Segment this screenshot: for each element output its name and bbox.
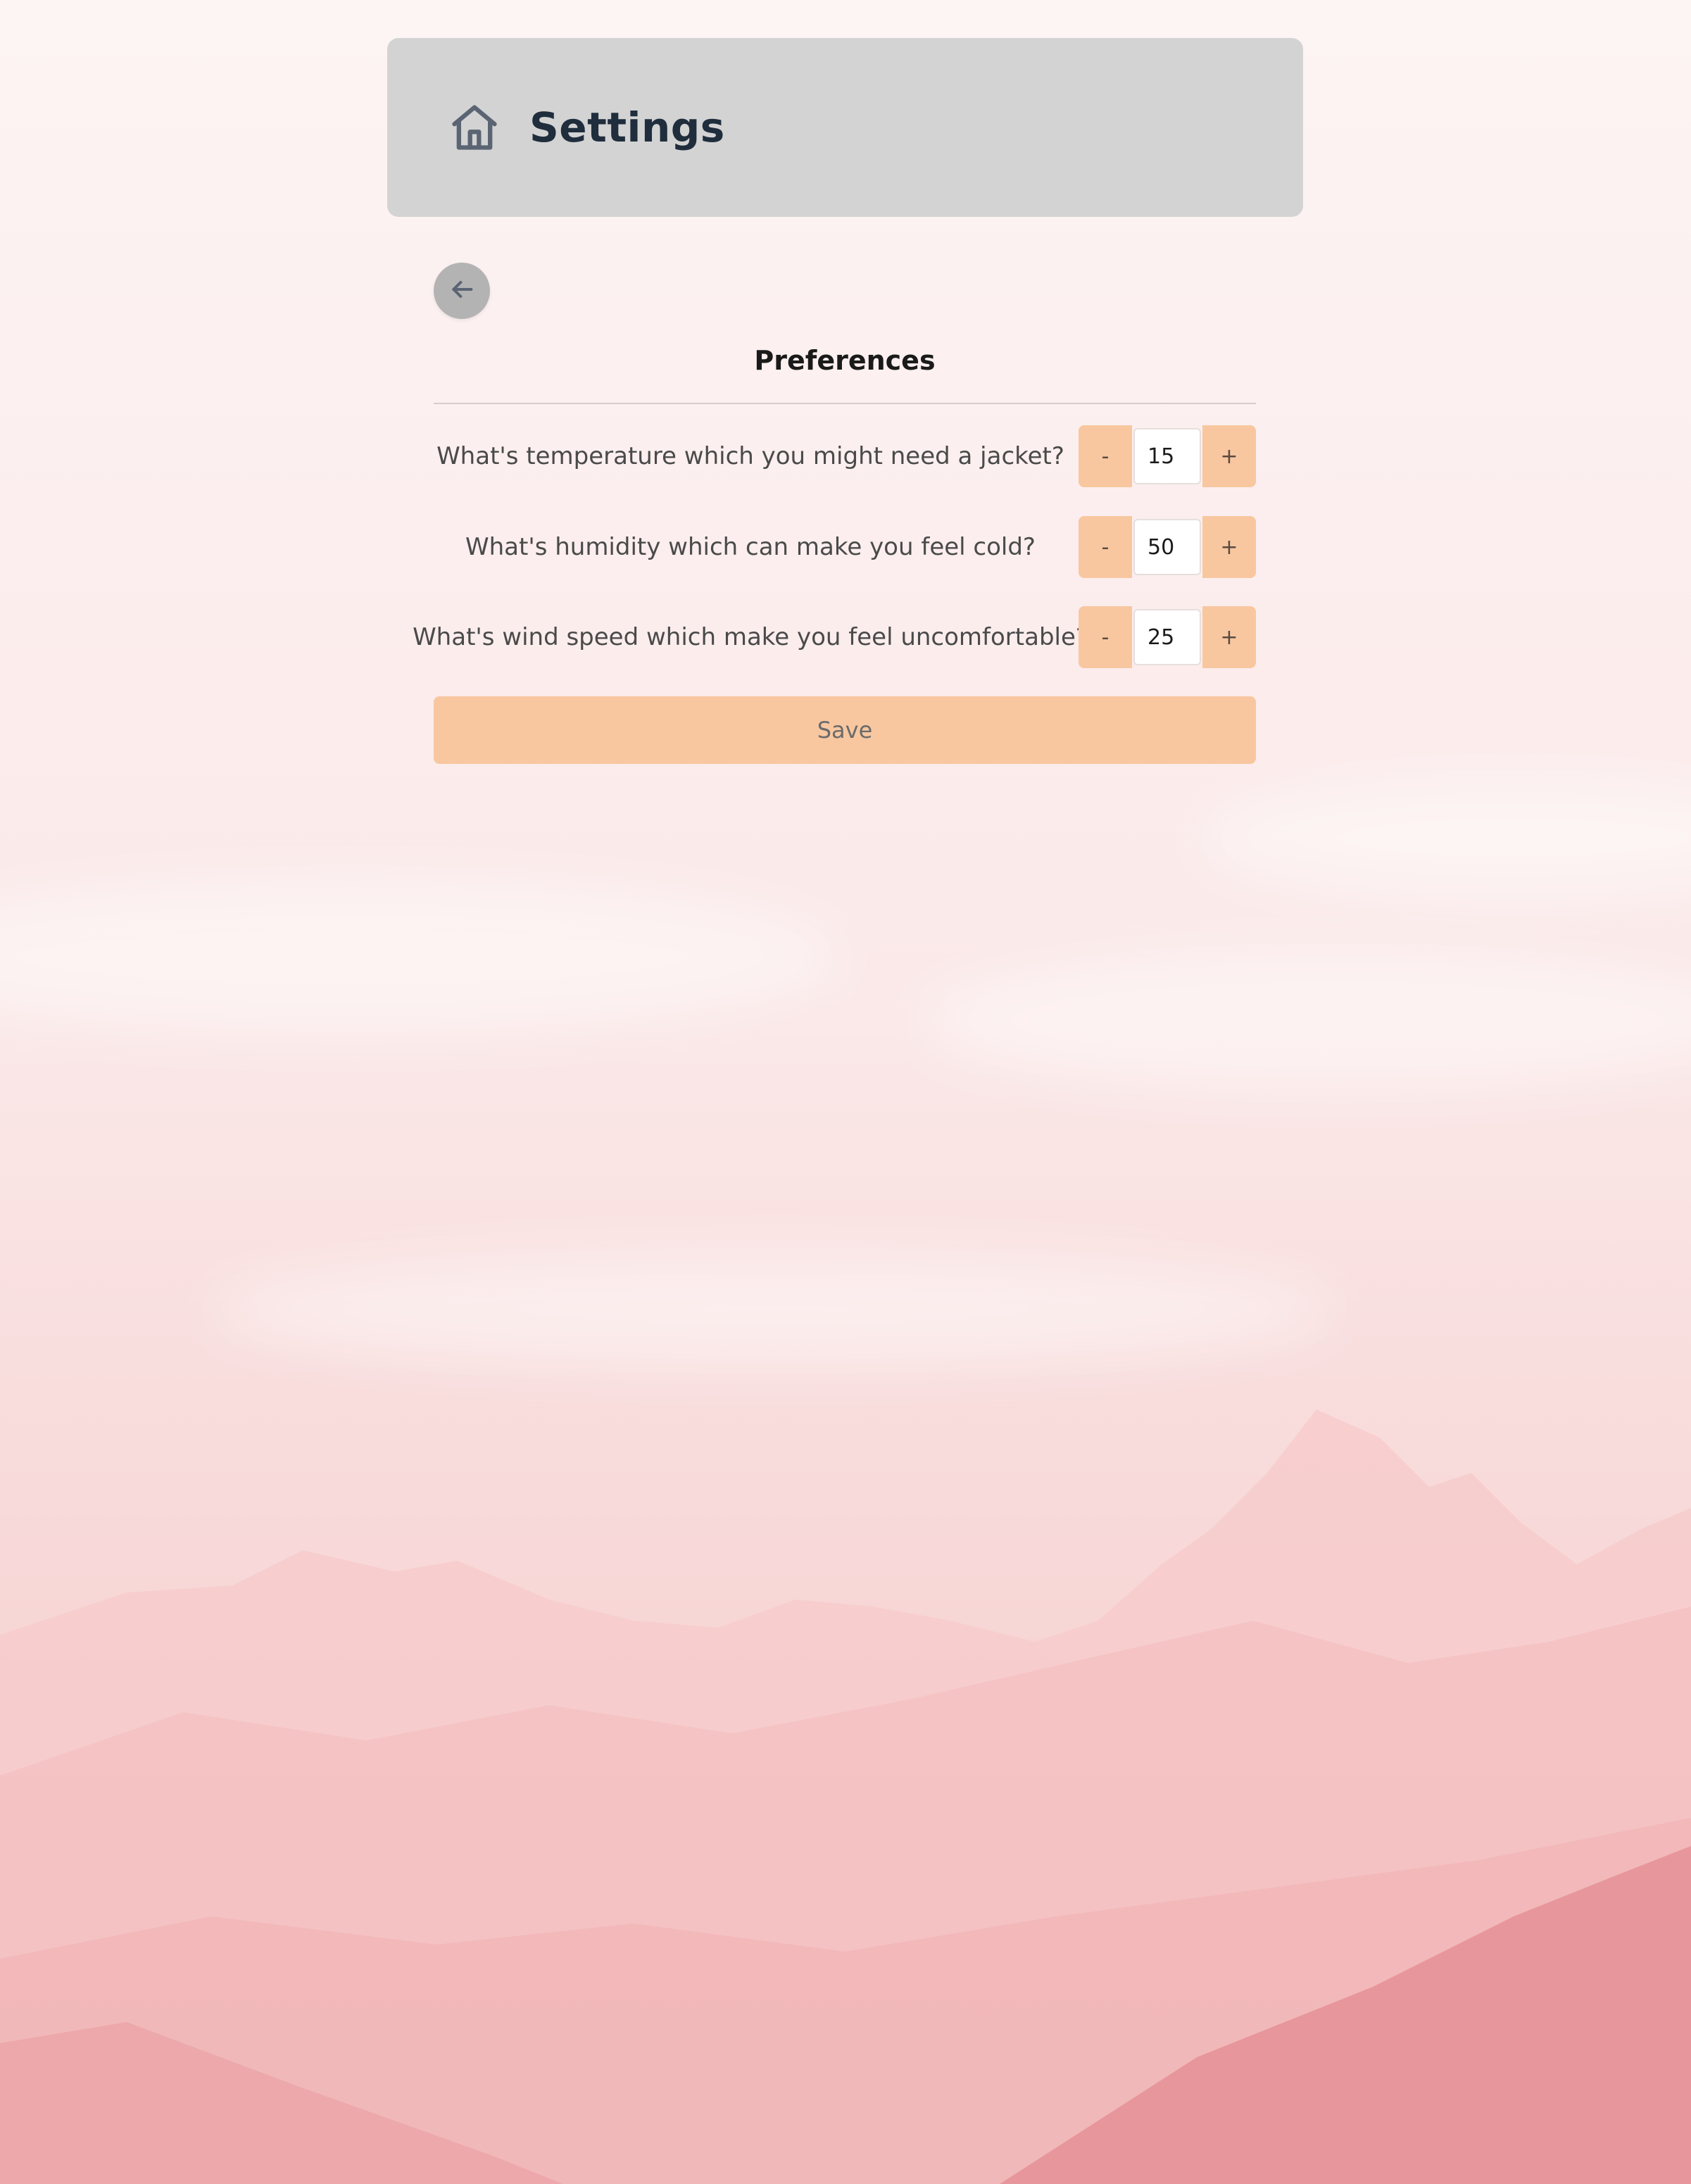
- home-icon[interactable]: [448, 101, 501, 154]
- preference-row-humidity: What's humidity which can make you feel …: [434, 516, 1256, 578]
- decrement-button[interactable]: -: [1079, 516, 1132, 578]
- save-button[interactable]: Save: [434, 696, 1256, 764]
- humidity-stepper: - +: [1079, 516, 1256, 578]
- decrement-button[interactable]: -: [1079, 425, 1132, 487]
- preference-label: What's humidity which can make you feel …: [465, 533, 1036, 561]
- preference-label: What's wind speed which make you feel un…: [413, 623, 1088, 651]
- increment-button[interactable]: +: [1202, 516, 1256, 578]
- section-divider: [434, 403, 1256, 404]
- settings-header: Settings: [387, 38, 1303, 217]
- temperature-stepper: - +: [1079, 425, 1256, 487]
- temperature-input[interactable]: [1133, 428, 1201, 484]
- mountains-illustration: [0, 1410, 1691, 2184]
- decrement-button[interactable]: -: [1079, 606, 1132, 668]
- wind-speed-stepper: - +: [1079, 606, 1256, 668]
- background-landscape: [0, 0, 1691, 2184]
- increment-button[interactable]: +: [1202, 425, 1256, 487]
- increment-button[interactable]: +: [1202, 606, 1256, 668]
- preference-row-wind-speed: What's wind speed which make you feel un…: [413, 606, 1256, 668]
- preference-label: What's temperature which you might need …: [436, 442, 1064, 470]
- back-button[interactable]: [434, 263, 490, 319]
- arrow-left-icon: [448, 275, 476, 306]
- preference-row-temperature: What's temperature which you might need …: [434, 425, 1256, 487]
- wind-speed-input[interactable]: [1133, 609, 1201, 665]
- humidity-input[interactable]: [1133, 519, 1201, 575]
- preferences-title: Preferences: [754, 345, 936, 376]
- page-title: Settings: [529, 103, 725, 151]
